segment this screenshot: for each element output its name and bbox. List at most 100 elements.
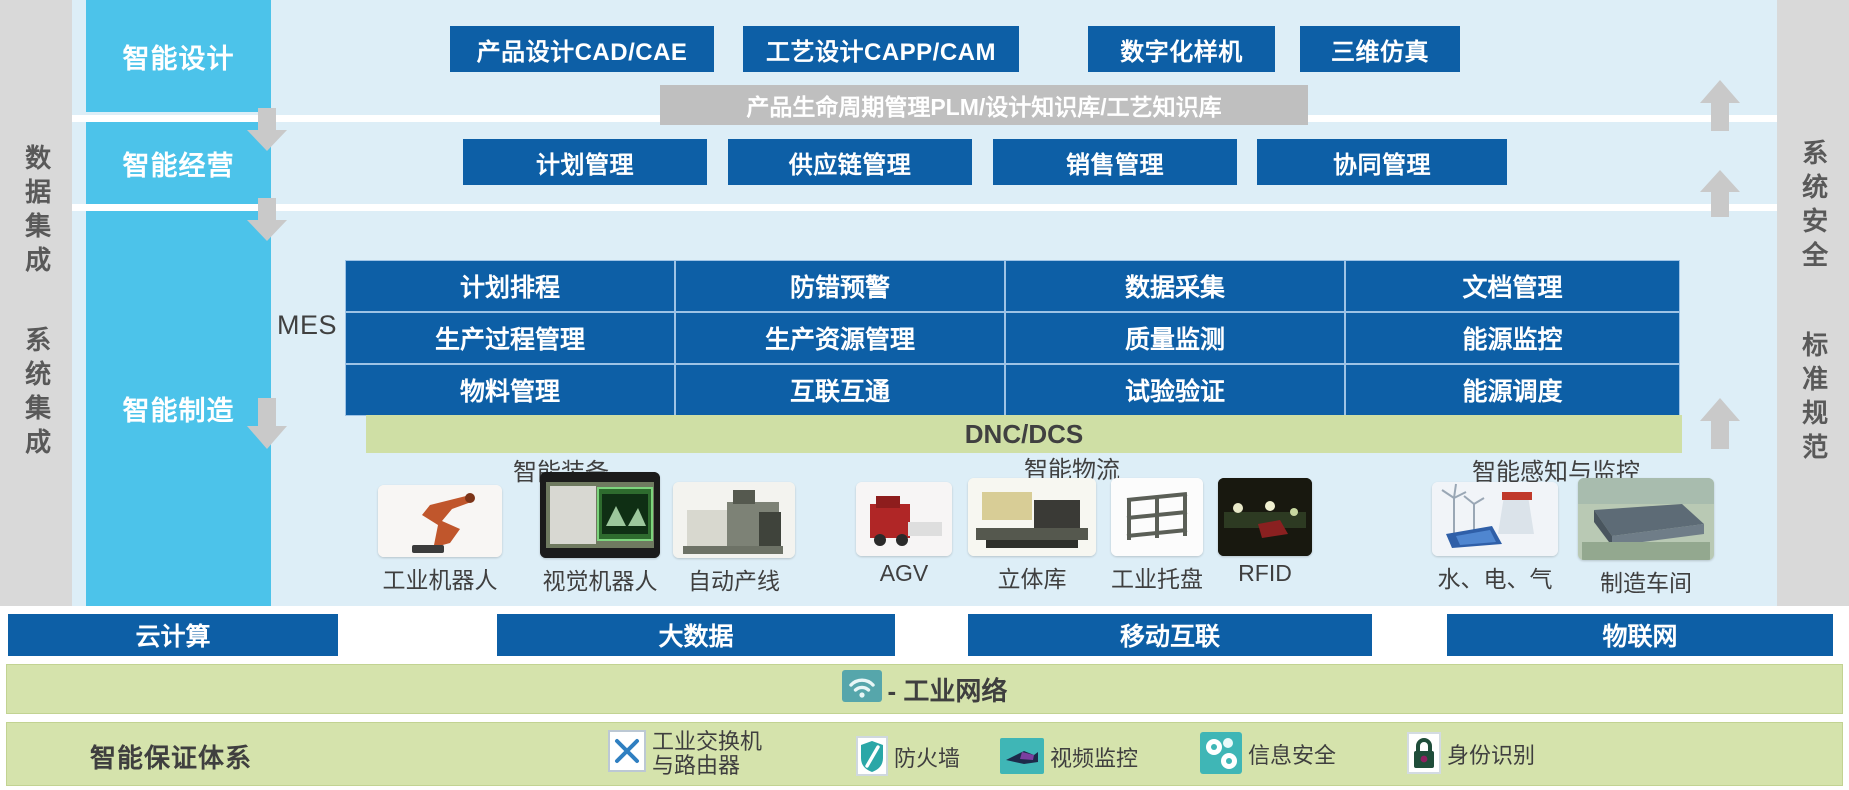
operate-box-1[interactable]: 供应链管理 — [728, 139, 972, 185]
design-box-2[interactable]: 数字化样机 — [1088, 26, 1275, 72]
layer-label-operate-text: 智能经营 — [122, 150, 235, 181]
automatic-production-line-photo — [673, 482, 795, 558]
layer-label-design[interactable]: 智能设计 — [86, 0, 271, 112]
video-camera-icon — [1000, 738, 1044, 779]
flow-arrow-design-to-operate — [245, 108, 289, 152]
design-box-3-label: 三维仿真 — [1331, 38, 1429, 66]
operate-box-0-label: 计划管理 — [536, 151, 634, 179]
operate-box-0[interactable]: 计划管理 — [463, 139, 707, 185]
flow-arrow-operate-to-make — [245, 198, 289, 242]
device-1-0[interactable]: AGV — [856, 482, 952, 587]
mes-cell-0-0-label: 计划排程 — [459, 274, 560, 302]
mes-cell-0-0[interactable]: 计划排程 — [345, 260, 675, 312]
assurance-item-1[interactable]: 防火墙 — [856, 736, 960, 781]
mes-cell-1-1[interactable]: 生产资源管理 — [675, 312, 1005, 364]
mes-cell-2-1[interactable]: 互联互通 — [675, 364, 1005, 416]
device-2-1[interactable]: 制造车间 — [1578, 478, 1714, 598]
layer-label-make-text: 智能制造 — [122, 396, 235, 426]
flow-arrow-up-middle — [1698, 170, 1742, 218]
device-1-2-caption: 工业托盘 — [1111, 566, 1203, 592]
right-rail: 系统安全 标准规范 — [1777, 0, 1849, 606]
industrial-network-label: - 工业网络 — [887, 675, 1008, 706]
assurance-item-3[interactable]: 信息安全 — [1200, 732, 1336, 779]
infra-bar-3[interactable]: 物联网 — [1447, 614, 1833, 656]
design-box-1[interactable]: 工艺设计CAPP/CAM — [743, 26, 1019, 72]
design-box-3[interactable]: 三维仿真 — [1300, 26, 1460, 72]
left-rail-top-label: 数据集成 — [21, 144, 52, 280]
plm-box[interactable]: 产品生命周期管理PLM/设计知识库/工艺知识库 — [660, 85, 1308, 125]
factory-workshop-photo — [1578, 478, 1714, 560]
mes-cell-1-0-label: 生产过程管理 — [434, 326, 585, 354]
mes-cell-2-2-label: 试验验证 — [1124, 378, 1225, 406]
assurance-item-3-label: 信息安全 — [1248, 742, 1337, 768]
mes-cell-2-0-label: 物料管理 — [459, 378, 560, 406]
mes-cell-1-0[interactable]: 生产过程管理 — [345, 312, 675, 364]
mes-cell-1-3[interactable]: 能源监控 — [1345, 312, 1680, 364]
dnc-dcs-label: DNC/DCS — [964, 418, 1084, 449]
firewall-shield-icon — [856, 736, 888, 781]
gears-security-icon — [1200, 732, 1242, 779]
assurance-item-2[interactable]: 视频监控 — [1000, 738, 1138, 779]
stereo-warehouse-photo — [968, 478, 1096, 556]
device-0-0[interactable]: 工业机器人 — [378, 485, 502, 595]
device-0-1[interactable]: 视觉机器人 — [540, 472, 660, 596]
assurance-title: 智能保证体系 — [90, 738, 252, 775]
mes-cell-1-3-label: 能源监控 — [1462, 326, 1563, 354]
mes-cell-2-3[interactable]: 能源调度 — [1345, 364, 1680, 416]
dnc-dcs-bar[interactable]: DNC/DCS — [366, 415, 1682, 453]
mes-cell-0-3[interactable]: 文档管理 — [1345, 260, 1680, 312]
device-1-3-caption: RFID — [1238, 560, 1292, 586]
mes-cell-2-1-label: 互联互通 — [789, 378, 890, 406]
operate-box-3[interactable]: 协同管理 — [1257, 139, 1507, 185]
layer-label-make[interactable]: 智能制造 — [86, 211, 271, 606]
device-0-2[interactable]: 自动产线 — [673, 482, 795, 596]
design-box-0-label: 产品设计CAD/CAE — [476, 38, 688, 66]
agv-photo — [856, 482, 952, 556]
infra-bar-0[interactable]: 云计算 — [8, 614, 338, 656]
mes-cell-0-2-label: 数据采集 — [1124, 274, 1225, 302]
mes-label-text: MES — [277, 310, 338, 340]
flow-arrow-make-to-dnc — [245, 398, 289, 450]
assurance-item-1-label: 防火墙 — [894, 745, 961, 771]
assurance-item-2-label: 视频监控 — [1050, 745, 1139, 771]
mes-cell-0-3-label: 文档管理 — [1462, 274, 1563, 302]
infra-bar-1[interactable]: 大数据 — [497, 614, 895, 656]
infra-bar-0-label: 云计算 — [135, 623, 211, 651]
infra-bar-2[interactable]: 移动互联 — [968, 614, 1372, 656]
layer-label-operate[interactable]: 智能经营 — [86, 122, 271, 204]
device-1-1[interactable]: 立体库 — [968, 478, 1096, 594]
operate-box-3-label: 协同管理 — [1333, 151, 1431, 179]
lock-icon — [1407, 732, 1441, 779]
design-box-0[interactable]: 产品设计CAD/CAE — [450, 26, 714, 72]
flow-arrow-up-bottom — [1698, 398, 1742, 450]
wifi-icon — [841, 669, 882, 709]
device-1-2[interactable]: 工业托盘 — [1111, 478, 1203, 594]
operate-box-2[interactable]: 销售管理 — [993, 139, 1237, 185]
assurance-item-4[interactable]: 身份识别 — [1407, 732, 1535, 779]
left-rail: 数据集成 系统集成 — [0, 0, 72, 606]
rfid-photo — [1218, 478, 1312, 556]
mes-cell-2-3-label: 能源调度 — [1462, 378, 1563, 406]
mes-cell-0-1-label: 防错预警 — [789, 274, 890, 302]
device-2-1-caption: 制造车间 — [1600, 570, 1692, 596]
assurance-item-0[interactable]: 工业交换机 与路由器 — [608, 730, 762, 778]
industrial-network-inner: - 工业网络 — [841, 669, 1008, 709]
right-rail-top-label: 系统安全 — [1798, 139, 1829, 275]
device-1-1-caption: 立体库 — [997, 566, 1067, 592]
mes-cell-2-0[interactable]: 物料管理 — [345, 364, 675, 416]
mes-cell-1-2[interactable]: 质量监测 — [1005, 312, 1345, 364]
mes-cell-2-2[interactable]: 试验验证 — [1005, 364, 1345, 416]
device-0-0-caption: 工业机器人 — [382, 567, 498, 593]
mes-label: MES — [277, 310, 337, 341]
right-rail-bottom-label: 标准规范 — [1798, 331, 1829, 467]
utilities-photo — [1432, 482, 1558, 556]
mes-cell-0-2[interactable]: 数据采集 — [1005, 260, 1345, 312]
mes-cell-1-2-label: 质量监测 — [1124, 326, 1225, 354]
industrial-network-band[interactable]: - 工业网络 — [6, 664, 1843, 714]
device-1-3[interactable]: RFID — [1218, 478, 1312, 587]
device-0-1-caption: 视觉机器人 — [542, 568, 658, 594]
device-2-0[interactable]: 水、电、气 — [1432, 482, 1558, 594]
industrial-pallet-photo — [1111, 478, 1203, 556]
mes-cell-0-1[interactable]: 防错预警 — [675, 260, 1005, 312]
device-1-0-caption: AGV — [879, 560, 929, 586]
